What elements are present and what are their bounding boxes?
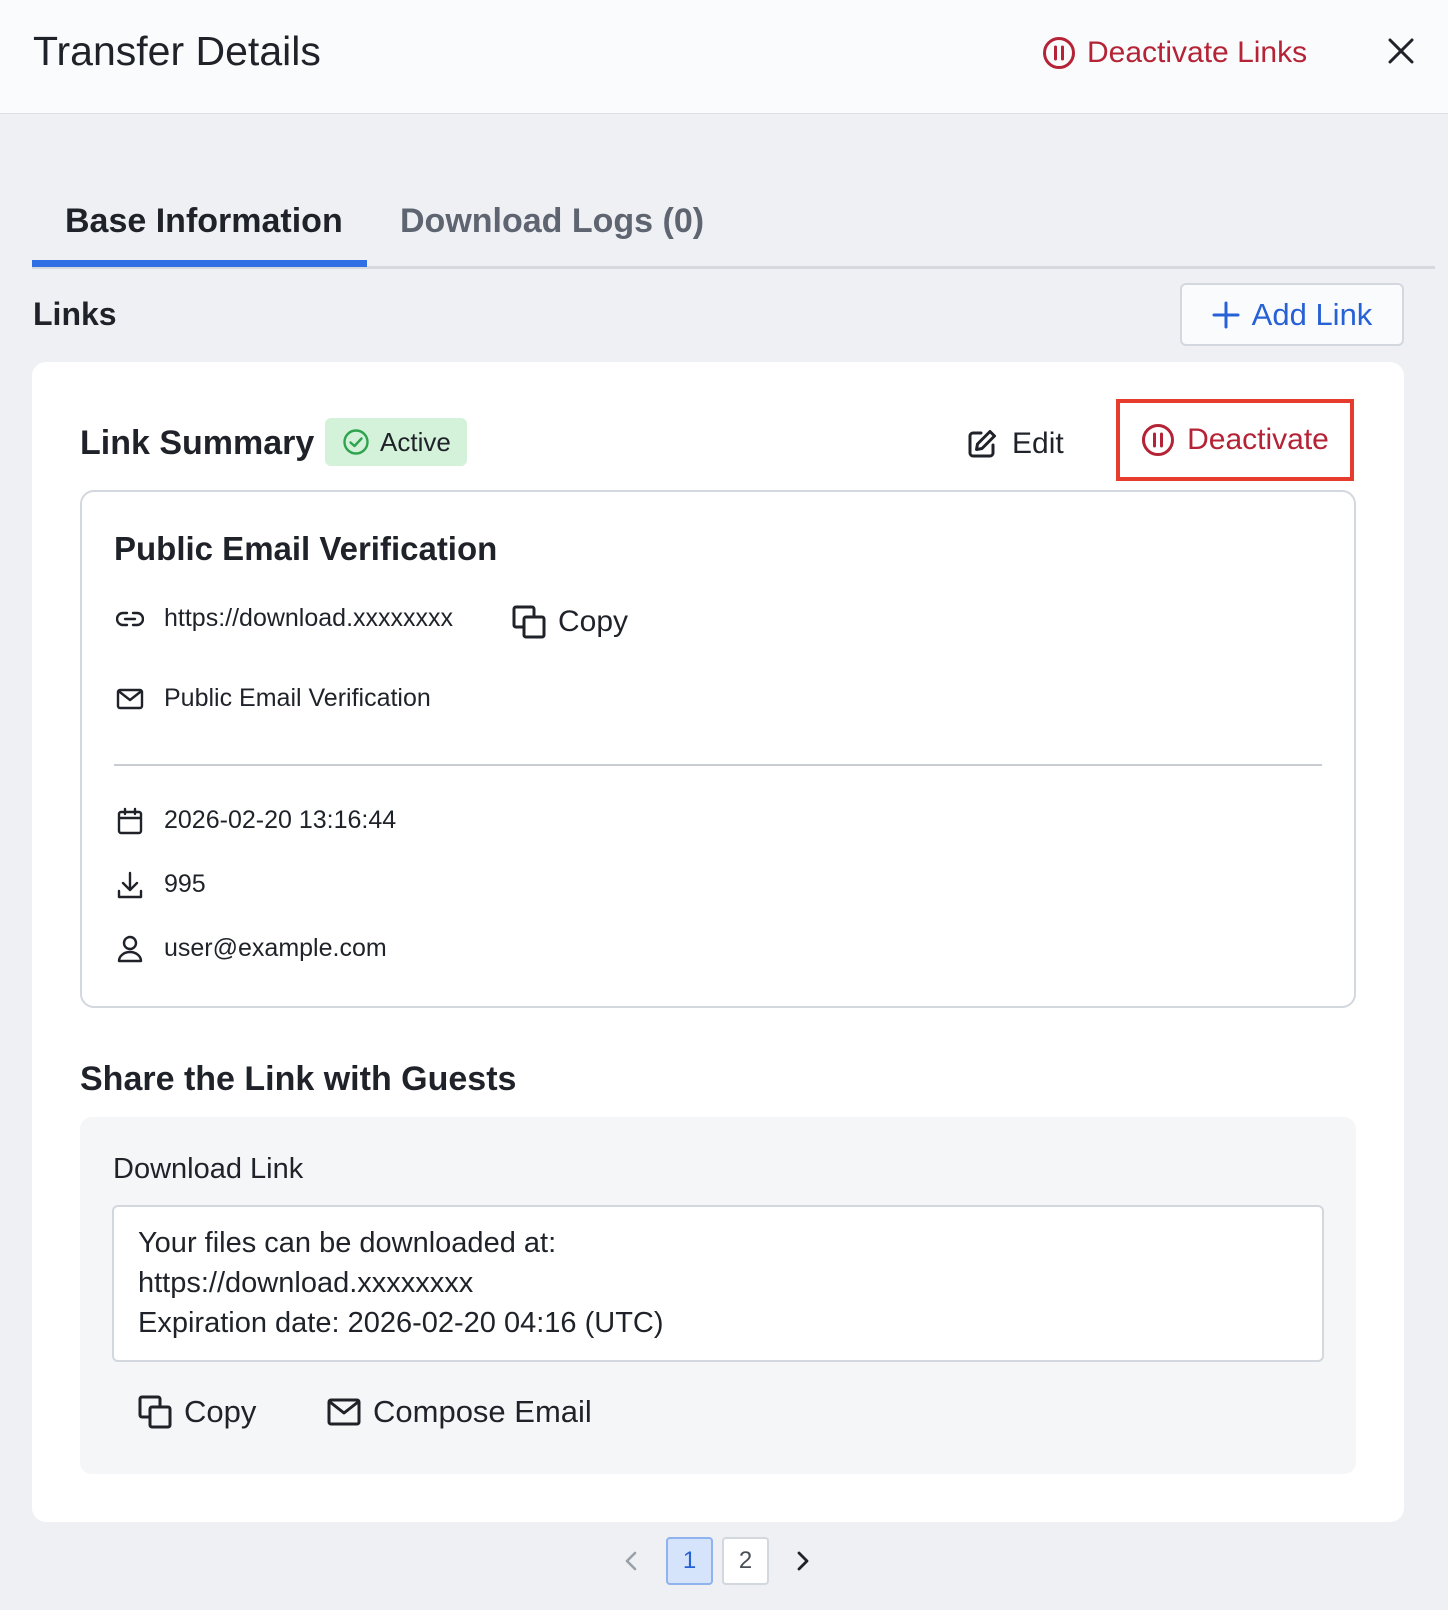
copy-icon <box>138 1395 184 1429</box>
next-page-icon[interactable] <box>790 1544 814 1592</box>
edit-icon <box>966 428 1012 460</box>
add-link-button[interactable]: Add Link <box>1180 283 1404 346</box>
deactivate-label: Deactivate <box>1187 423 1329 456</box>
copy-icon <box>512 605 558 639</box>
download-link-label: Download Link <box>113 1153 304 1185</box>
page-1-button[interactable]: 1 <box>666 1537 713 1585</box>
mail-icon <box>116 688 144 710</box>
copy-url-label: Copy <box>558 605 629 638</box>
pause-circle-icon <box>1042 36 1087 70</box>
calendar-icon <box>116 807 144 835</box>
deactivate-button[interactable]: Deactivate <box>1116 399 1354 481</box>
status-badge: Active <box>325 418 467 466</box>
active-tab-indicator <box>32 260 367 267</box>
close-icon[interactable] <box>1386 36 1416 66</box>
link-url-row: https://download.xxxxxxxx <box>116 604 453 633</box>
link-url[interactable]: https://download.xxxxxxxx <box>164 604 453 633</box>
link-summary-title: Link Summary <box>80 424 315 462</box>
add-link-label: Add Link <box>1251 296 1373 332</box>
link-user: user@example.com <box>164 934 387 962</box>
status-badge-label: Active <box>380 426 451 457</box>
compose-email-button[interactable]: Compose Email <box>327 1390 592 1434</box>
user-icon <box>116 935 144 963</box>
link-name: Public Email Verification <box>114 530 498 567</box>
edit-button[interactable]: Edit <box>966 424 1064 464</box>
tab-base-information[interactable]: Base Information <box>65 202 343 241</box>
link-date: 2026-02-20 13:16:44 <box>164 806 397 834</box>
modal-title: Transfer Details <box>33 28 321 74</box>
share-message-line: https://download.xxxxxxxx <box>138 1267 474 1299</box>
check-circle-icon <box>342 428 380 456</box>
share-section-title: Share the Link with Guests <box>80 1060 517 1098</box>
deactivate-links-label: Deactivate Links <box>1087 36 1308 69</box>
share-message-field[interactable]: Your files can be downloaded at: https:/… <box>112 1205 1324 1362</box>
verification-type: Public Email Verification <box>164 684 431 712</box>
download-count: 995 <box>164 870 206 898</box>
tab-download-logs[interactable]: Download Logs (0) <box>400 202 704 241</box>
compose-email-label: Compose Email <box>373 1394 592 1429</box>
mail-icon <box>327 1398 373 1426</box>
edit-label: Edit <box>1012 427 1064 460</box>
modal-header: Transfer Details Deactivate Links <box>0 0 1448 114</box>
detail-divider <box>114 764 1322 766</box>
downloads-row: 995 <box>116 870 206 899</box>
share-message-line: Expiration date: 2026-02-20 04:16 (UTC) <box>138 1307 664 1339</box>
user-row: user@example.com <box>116 934 387 963</box>
share-copy-button[interactable]: Copy <box>138 1390 256 1434</box>
plus-icon <box>1212 301 1252 329</box>
tab-bar: Base Information Download Logs (0) <box>32 180 1435 269</box>
share-message-line: Your files can be downloaded at: <box>138 1227 557 1259</box>
verification-row: Public Email Verification <box>116 684 431 713</box>
link-icon <box>116 609 144 629</box>
date-row: 2026-02-20 13:16:44 <box>116 806 396 835</box>
download-icon <box>116 871 144 899</box>
share-copy-label: Copy <box>184 1394 257 1429</box>
copy-url-button[interactable]: Copy <box>512 602 628 642</box>
pause-circle-icon <box>1141 423 1187 457</box>
links-section-title: Links <box>33 296 117 332</box>
page-2-button[interactable]: 2 <box>722 1537 769 1585</box>
deactivate-links-button[interactable]: Deactivate Links <box>1042 33 1307 73</box>
prev-page-icon[interactable] <box>620 1544 644 1592</box>
